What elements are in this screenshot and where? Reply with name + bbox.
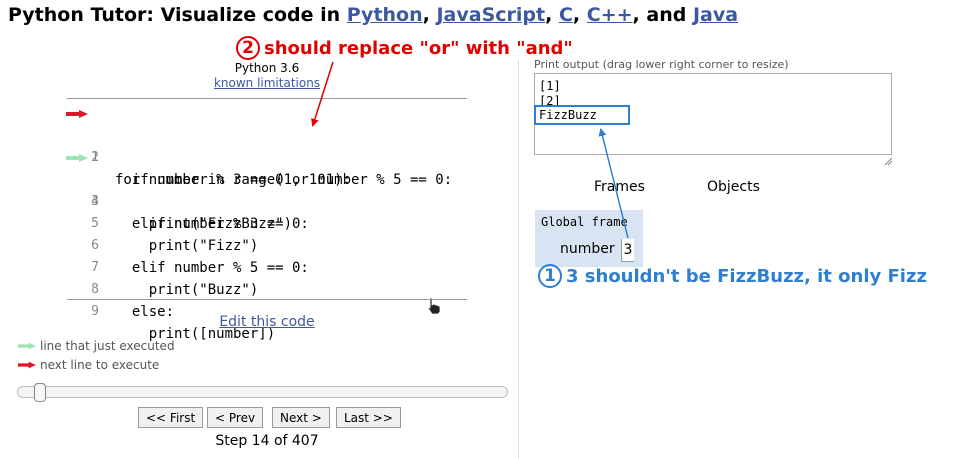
next-button[interactable]: Next > [272,407,330,428]
annotation-2: 2 should replace "or" with "and" [236,36,573,60]
first-button[interactable]: << First [138,407,204,428]
edit-code-link[interactable]: Edit this code [0,314,534,330]
code-line-7: 7 print("Buzz") [67,235,467,298]
print-output-label: Print output (drag lower right corner to… [534,58,789,71]
annotation-2-text: should replace "or" with "and" [264,37,573,59]
annotation-2-number: 2 [236,36,260,60]
next-arrow-icon [18,361,36,369]
resize-grip-icon[interactable] [884,157,893,166]
legend-executed-label: line that just executed [40,339,175,353]
objects-heading: Objects [707,179,760,195]
variable-name: number [560,241,615,257]
executed-line-arrow-icon [66,154,88,162]
legend-executed: line that just executed [18,339,175,353]
code-line-2: 2 if number % 3 == 0 or number % 5 == 0: [67,125,467,188]
code-line-9: 9 print([number]) [67,279,467,342]
code-line-6: 6 elif number % 5 == 0: [67,213,467,276]
next-line-arrow-icon [66,110,88,118]
code-line-1: 1 for number in range(1, 101): [66,103,467,188]
link-cpp[interactable]: C++ [587,4,633,26]
step-slider-track[interactable] [17,386,508,398]
link-javascript[interactable]: JavaScript [436,4,545,26]
code-line-4: 4 elif number % 3 == 0: [67,169,467,232]
annotation-1: 1 3 shouldn't be FizzBuzz, it only Fizz [538,264,927,288]
link-python[interactable]: Python [347,4,423,26]
prev-button[interactable]: < Prev [207,407,264,428]
annotation-1-text: 3 shouldn't be FizzBuzz, it only Fizz [566,265,927,287]
code-display: 1 for number in range(1, 101): 2 if numb… [66,98,467,342]
annotation-1-number: 1 [538,264,562,288]
python-version: Python 3.6 [234,61,300,75]
code-line-8: 8 else: [67,257,467,320]
code-line-3: 3 print("FizzBuzz") [66,147,467,232]
global-frame-title: Global frame [541,215,628,229]
link-java[interactable]: Java [693,4,738,26]
output-line-1: [1] [539,79,561,93]
page-title: Python Tutor: Visualize code in Python, … [8,4,739,26]
executed-arrow-icon [18,342,36,350]
link-c[interactable]: C [559,4,573,26]
last-button[interactable]: Last >> [336,407,401,428]
known-limitations-link[interactable]: known limitations [0,76,534,90]
code-line-5: 5 print("Fizz") [67,191,467,254]
legend-next: next line to execute [18,358,159,372]
legend-next-label: next line to execute [40,358,160,372]
frames-heading: Frames [594,179,645,195]
fizzbuzz-highlight-box [534,105,630,125]
global-frame: Global frame number 3 [535,210,643,267]
hand-cursor-icon [427,297,441,315]
step-slider-handle[interactable] [34,383,47,402]
variable-value: 3 [621,239,634,262]
panel-divider [518,60,519,458]
step-counter: Step 14 of 407 [215,433,319,449]
